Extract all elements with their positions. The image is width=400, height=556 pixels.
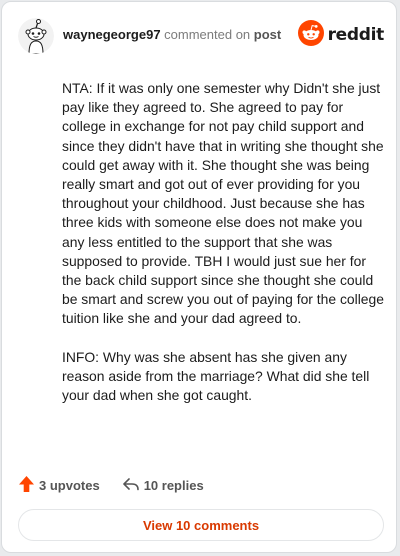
reply-arrow-icon (122, 477, 140, 494)
username-link[interactable]: waynegeorge97 (63, 27, 161, 42)
comment-paragraph: NTA: If it was only one semester why Did… (62, 80, 384, 327)
upvote-count: 3 upvotes (39, 477, 100, 493)
upvote-arrow-icon (18, 475, 35, 496)
action-text: commented on (164, 27, 251, 42)
comment-actions: 3 upvotes 10 replies (18, 474, 204, 496)
upvote-button[interactable]: 3 upvotes (18, 475, 100, 496)
reddit-logo-icon (297, 19, 324, 51)
snoo-avatar-icon[interactable] (18, 18, 54, 54)
comment-header: waynegeorge97 commented on post reddit (18, 18, 384, 54)
reddit-logo[interactable]: reddit (297, 19, 385, 51)
comment-paragraph: INFO: Why was she absent has she given a… (62, 348, 370, 404)
comment-body: NTA: If it was only one semester why Did… (62, 79, 384, 424)
comment-card: waynegeorge97 commented on post reddit N… (1, 1, 397, 553)
post-link[interactable]: post (254, 27, 281, 42)
view-comments-button[interactable]: View 10 comments (18, 509, 384, 541)
replies-count: 10 replies (143, 477, 204, 493)
comment-byline: waynegeorge97 commented on post (63, 27, 281, 43)
replies-button[interactable]: 10 replies (122, 477, 204, 494)
reddit-logo-text: reddit (327, 25, 385, 45)
